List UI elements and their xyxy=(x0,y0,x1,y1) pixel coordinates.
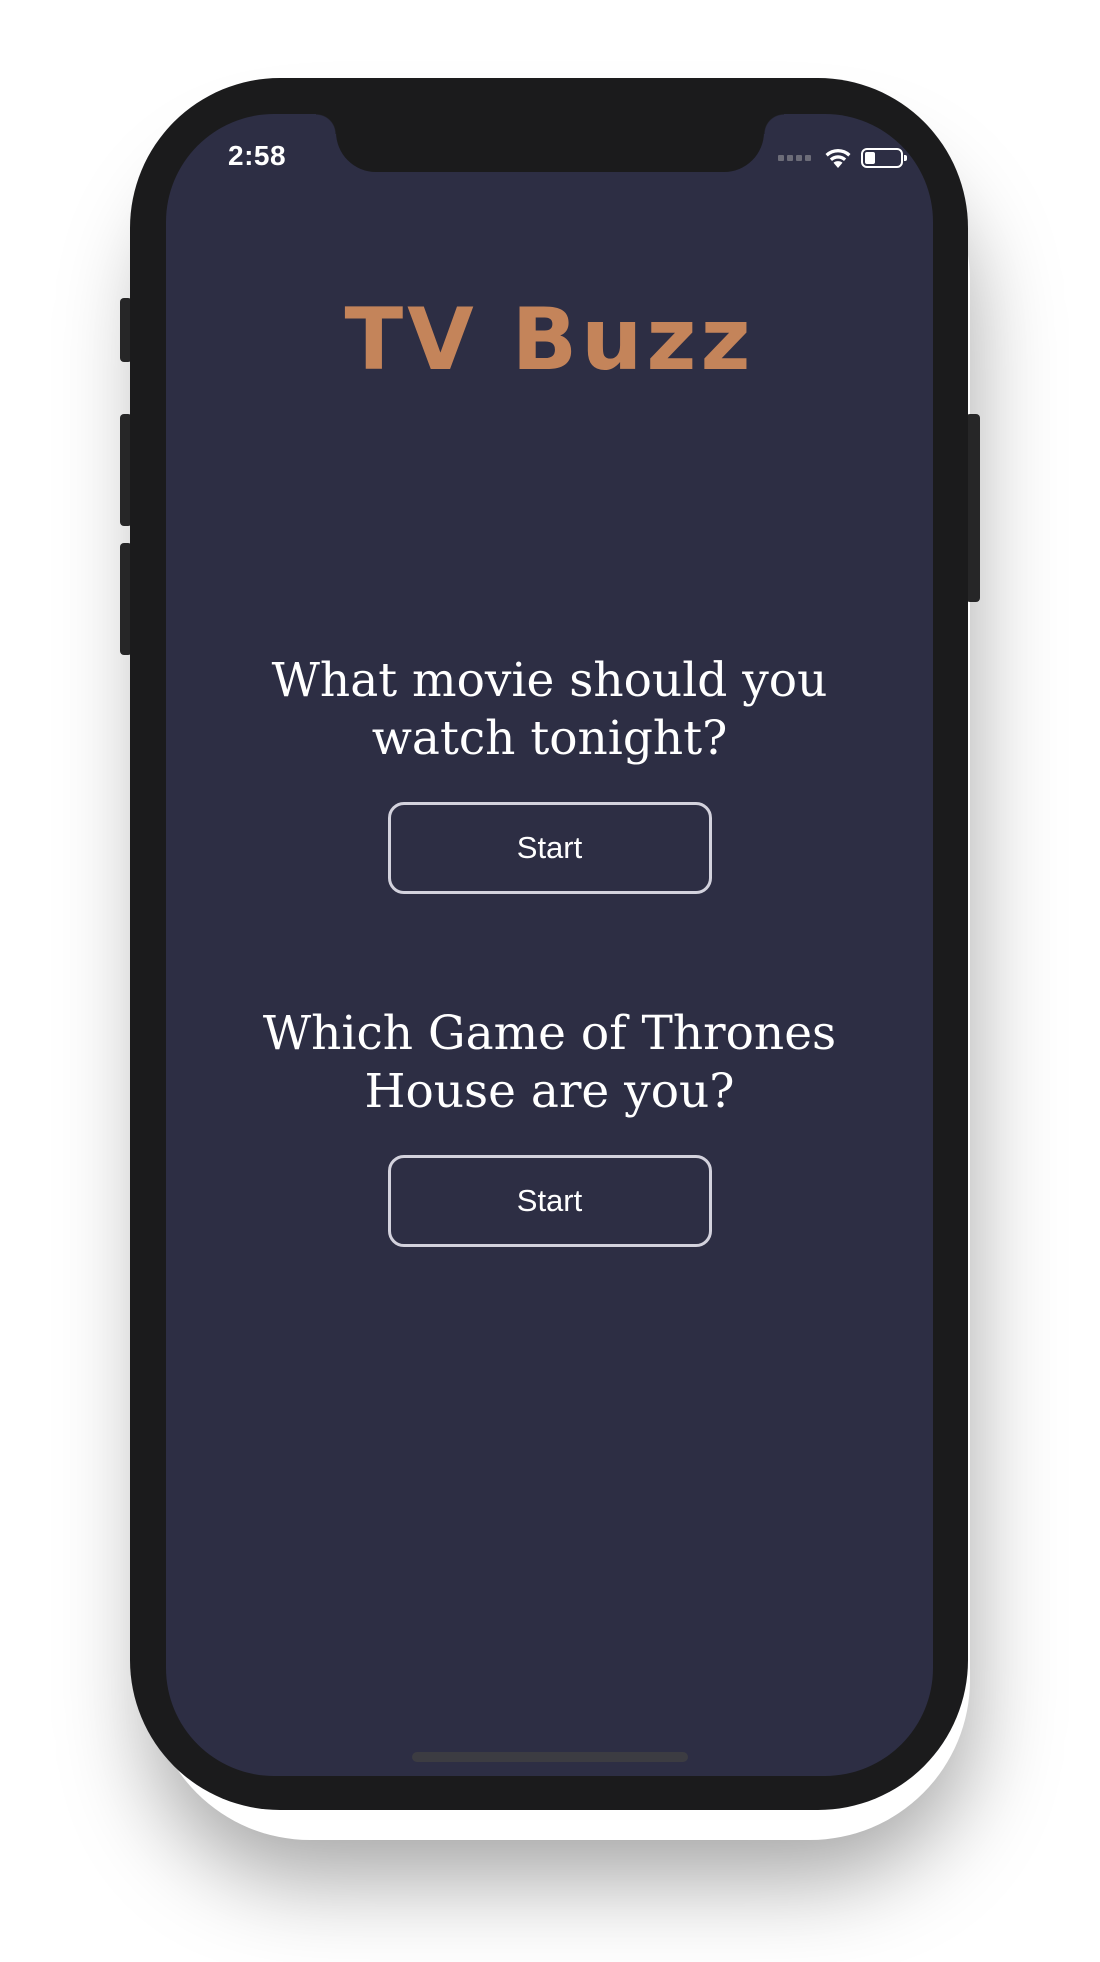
device-mockup: 2:58 TV Buzz What movie should you watch… xyxy=(0,0,1100,1962)
quiz-card-movie: What movie should you watch tonight? Sta… xyxy=(166,652,933,894)
start-movie-quiz-button[interactable]: Start xyxy=(387,802,712,894)
quiz-question: What movie should you watch tonight? xyxy=(271,653,828,766)
app-screen: 2:58 TV Buzz What movie should you watch… xyxy=(166,114,933,1776)
cellular-signal-icon xyxy=(778,155,811,161)
power-button xyxy=(966,414,980,602)
quiz-question: Which Game of Thrones House are you? xyxy=(262,1006,837,1119)
battery-level xyxy=(865,152,875,164)
wifi-icon xyxy=(825,148,851,168)
notch xyxy=(316,114,784,172)
status-icons xyxy=(778,146,907,170)
app-title: TV Buzz xyxy=(344,290,755,390)
status-time: 2:58 xyxy=(228,140,287,171)
start-got-house-quiz-button[interactable]: Start xyxy=(387,1155,712,1247)
quiz-card-got-house: Which Game of Thrones House are you? Sta… xyxy=(166,1005,933,1247)
home-indicator[interactable] xyxy=(412,1752,688,1762)
battery-icon xyxy=(861,148,907,168)
